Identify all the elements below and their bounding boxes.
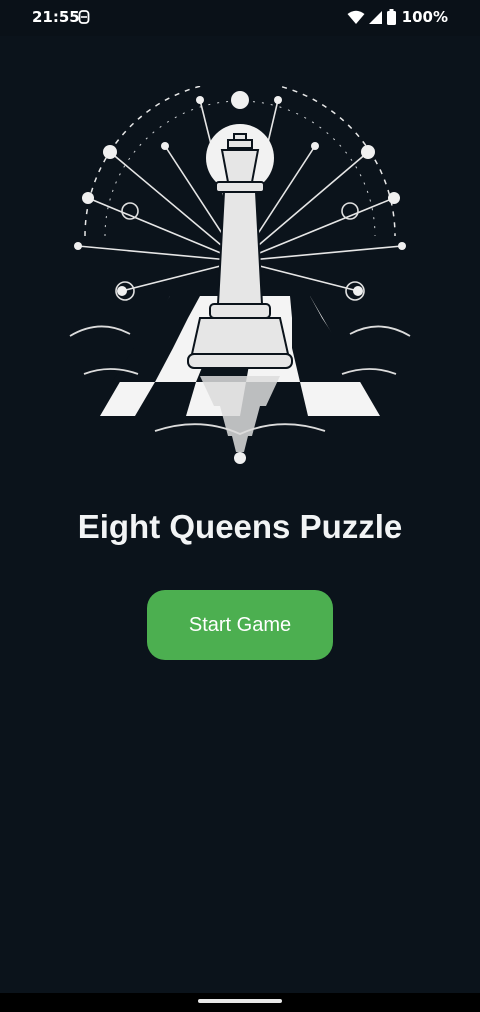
status-right-cluster: 100% [347, 7, 448, 27]
start-game-button[interactable]: Start Game [147, 590, 333, 660]
app-title: Eight Queens Puzzle [77, 508, 403, 545]
app-notification-icon [78, 10, 90, 24]
wifi-icon [347, 10, 365, 24]
battery-icon [386, 9, 396, 25]
status-time: 21:55 [32, 8, 80, 26]
status-bar: 21:55 100% [0, 0, 480, 36]
chess-king-logo [69, 86, 411, 464]
signal-icon [368, 10, 382, 24]
home-gesture-handle[interactable] [198, 999, 282, 1003]
battery-percentage: 100% [401, 8, 448, 26]
navigation-bar [0, 993, 480, 1012]
